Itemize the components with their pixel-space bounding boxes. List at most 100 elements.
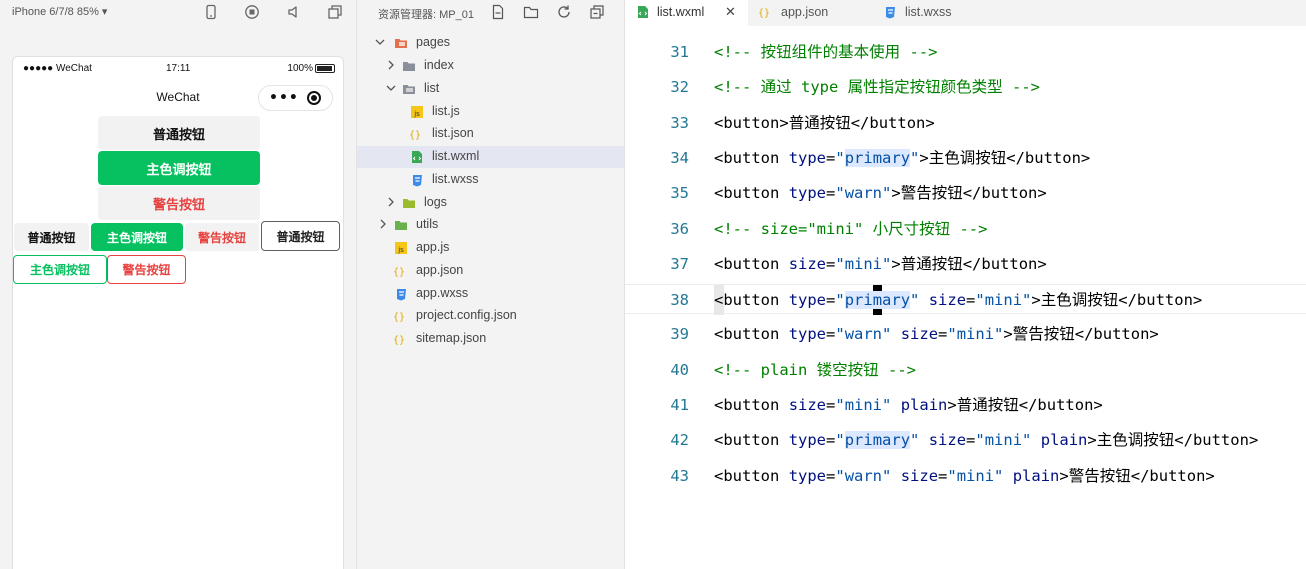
tree-item-label: list bbox=[424, 81, 440, 95]
code-line[interactable]: 42 <button type="primary" size="mini" pla… bbox=[625, 425, 1306, 455]
tree-item-app-json[interactable]: {} app.json bbox=[357, 260, 625, 282]
new-folder-icon[interactable] bbox=[523, 4, 539, 20]
tree-item-app-wxss[interactable]: app.wxss bbox=[357, 283, 625, 305]
phone-screen: ●●●●● WeChat 17:11 100% WeChat ••• 普通按钮 … bbox=[12, 56, 344, 569]
tree-item-app-js[interactable]: js app.js bbox=[357, 237, 625, 259]
json-file-icon: {} bbox=[757, 5, 771, 19]
code-text: <button size="mini" plain>普通按钮</button> bbox=[714, 396, 1103, 414]
chevron-down-icon bbox=[385, 82, 397, 94]
code-line[interactable]: 38 <button type="primary" size="mini">主色调… bbox=[625, 284, 1306, 316]
mini-primary-button[interactable]: 主色调按钮 bbox=[91, 223, 183, 251]
code-text: <button type="warn">警告按钮</button> bbox=[714, 184, 1047, 203]
editor-tabbar: list.wxml ✕ {} app.json list.wxss bbox=[625, 0, 1306, 26]
capsule-menu[interactable]: ••• bbox=[258, 85, 333, 111]
wxss-file-icon bbox=[410, 173, 424, 187]
status-battery-level: 100% bbox=[287, 63, 313, 74]
tree-item-list-json[interactable]: {} list.json bbox=[357, 123, 625, 145]
status-bar: ●●●●● WeChat 17:11 100% bbox=[13, 57, 343, 79]
code-text: <!-- size="mini" 小尺寸按钮 --> bbox=[714, 219, 988, 238]
tab-label: list.wxml bbox=[657, 5, 705, 19]
tab-app-json[interactable]: {} app.json bbox=[748, 0, 871, 26]
line-number: 40 bbox=[670, 360, 689, 379]
chevron-right-icon bbox=[377, 218, 389, 230]
plain-default-button[interactable]: 普通按钮 bbox=[261, 221, 340, 251]
phone-icon[interactable] bbox=[203, 4, 219, 20]
collapse-all-icon[interactable] bbox=[589, 4, 605, 20]
svg-text:{}: {} bbox=[393, 335, 405, 346]
mini-default-button[interactable]: 普通按钮 bbox=[14, 223, 89, 251]
close-icon[interactable]: ✕ bbox=[725, 4, 736, 20]
tree-item-label: project.config.json bbox=[416, 308, 517, 322]
code-text: <button size="mini">普通按钮</button> bbox=[714, 254, 1047, 273]
code-text: <button type="primary">主色调按钮</button> bbox=[714, 148, 1091, 167]
code-line[interactable]: 39 <button type="warn" size="mini">警告按钮</… bbox=[625, 319, 1306, 349]
tab-label: app.json bbox=[781, 5, 829, 19]
tree-item-list-wxml[interactable]: list.wxml bbox=[357, 146, 625, 168]
nav-bar: WeChat ••• bbox=[13, 83, 343, 113]
code-line[interactable]: 34 <button type="primary">主色调按钮</button> bbox=[625, 143, 1306, 173]
line-number: 35 bbox=[670, 184, 689, 203]
simulator-toolbar: iPhone 6/7/8 85% ▾ bbox=[0, 0, 356, 26]
tree-item-pages[interactable]: pages bbox=[357, 32, 625, 54]
tree-item-list-js[interactable]: js list.js bbox=[357, 101, 625, 123]
warn-button[interactable]: 警告按钮 bbox=[98, 186, 260, 220]
primary-button[interactable]: 主色调按钮 bbox=[98, 151, 260, 185]
code-text: <!-- 按钮组件的基本使用 --> bbox=[714, 43, 938, 61]
tree-item-label: pages bbox=[416, 35, 451, 49]
svg-text:js: js bbox=[413, 110, 420, 118]
tab-list-wxml[interactable]: list.wxml ✕ bbox=[625, 0, 748, 26]
plain-primary-button[interactable]: 主色调按钮 bbox=[13, 255, 107, 284]
code-line[interactable]: 32 <!-- 通过 type 属性指定按钮颜色类型 --> bbox=[625, 72, 1306, 102]
device-select[interactable]: iPhone 6/7/8 85% ▾ bbox=[12, 5, 107, 18]
stop-record-icon[interactable] bbox=[244, 4, 260, 20]
tab-list-wxss[interactable]: list.wxss bbox=[871, 0, 997, 26]
code-line[interactable]: 33 <button>普通按钮</button> bbox=[625, 108, 1306, 138]
tree-item-label: app.json bbox=[416, 263, 464, 277]
svg-text:js: js bbox=[397, 246, 404, 254]
detach-window-icon[interactable] bbox=[327, 4, 343, 20]
folder-icon bbox=[402, 59, 416, 73]
tree-item-list-wxss[interactable]: list.wxss bbox=[357, 169, 625, 191]
svg-text:{}: {} bbox=[393, 312, 405, 323]
wxml-file-icon bbox=[636, 5, 650, 19]
default-button[interactable]: 普通按钮 bbox=[98, 116, 260, 150]
tree-item-label: list.json bbox=[432, 126, 474, 140]
file-explorer: 资源管理器: MP_01 pages index list js list.js bbox=[356, 0, 625, 569]
status-carrier: ●●●●● WeChat bbox=[23, 63, 92, 74]
code-line[interactable]: 40 <!-- plain 镂空按钮 --> bbox=[625, 355, 1306, 385]
tree-item-list[interactable]: list bbox=[357, 78, 625, 100]
js-file-icon: js bbox=[410, 105, 424, 119]
refresh-icon[interactable] bbox=[556, 4, 572, 20]
close-miniprogram-icon[interactable] bbox=[307, 91, 321, 105]
tree-item-index[interactable]: index bbox=[357, 55, 625, 77]
code-line[interactable]: 41 <button size="mini" plain>普通按钮</button… bbox=[625, 390, 1306, 420]
new-file-icon[interactable] bbox=[490, 4, 506, 20]
tree-item-logs[interactable]: logs bbox=[357, 192, 625, 214]
folder-open-icon bbox=[394, 36, 408, 50]
svg-text:{}: {} bbox=[409, 130, 421, 141]
tree-item-label: sitemap.json bbox=[416, 331, 487, 345]
more-icon[interactable]: ••• bbox=[269, 91, 299, 105]
json-file-icon: {} bbox=[392, 309, 406, 323]
tree-item-label: index bbox=[424, 58, 454, 72]
svg-text:{}: {} bbox=[758, 8, 770, 19]
explorer-header: 资源管理器: MP_01 bbox=[357, 0, 625, 26]
code-line[interactable]: 31 <!-- 按钮组件的基本使用 --> bbox=[625, 37, 1306, 67]
code-editor: list.wxml ✕ {} app.json list.wxss 31 <!--… bbox=[624, 0, 1306, 569]
tree-item-label: list.wxml bbox=[432, 149, 480, 163]
tree-item-project-config-json[interactable]: {} project.config.json bbox=[357, 305, 625, 327]
mini-warn-button[interactable]: 警告按钮 bbox=[185, 223, 259, 251]
tree-item-utils[interactable]: utils bbox=[357, 214, 625, 236]
plain-warn-button[interactable]: 警告按钮 bbox=[107, 255, 186, 284]
wxss-file-icon bbox=[883, 5, 897, 19]
tree-item-label: utils bbox=[416, 217, 439, 231]
tree-item-sitemap-json[interactable]: {} sitemap.json bbox=[357, 328, 625, 350]
code-text: <!-- plain 镂空按钮 --> bbox=[714, 360, 916, 379]
code-line[interactable]: 36 <!-- size="mini" 小尺寸按钮 --> bbox=[625, 214, 1306, 244]
simulator-panel: iPhone 6/7/8 85% ▾ ●●●●● WeChat 17:11 10… bbox=[0, 0, 356, 569]
folder-icon bbox=[402, 196, 416, 210]
code-line[interactable]: 43 <button type="warn" size="mini" plain>… bbox=[625, 461, 1306, 491]
volume-icon[interactable] bbox=[286, 4, 302, 20]
code-line[interactable]: 35 <button type="warn">警告按钮</button> bbox=[625, 178, 1306, 208]
code-line[interactable]: 37 <button size="mini">普通按钮</button> bbox=[625, 249, 1306, 279]
